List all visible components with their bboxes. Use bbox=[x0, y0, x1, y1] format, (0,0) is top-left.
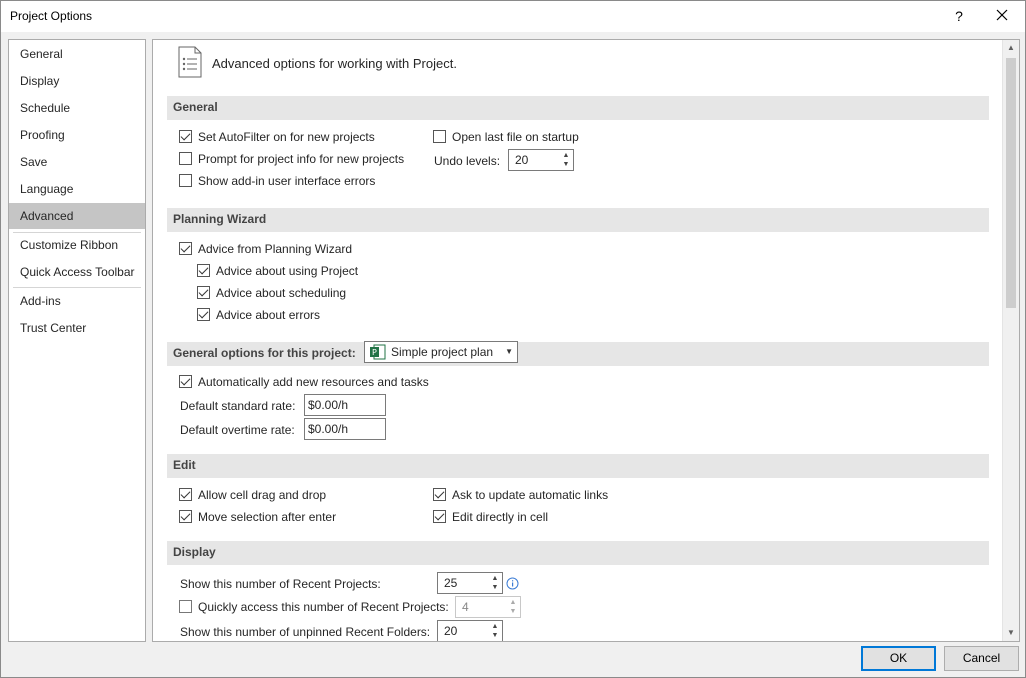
advice-scheduling-label: Advice about scheduling bbox=[216, 286, 347, 300]
checkbox-box bbox=[179, 130, 192, 143]
advice-using-project-checkbox[interactable]: Advice about using Project bbox=[197, 262, 358, 280]
checkbox-box bbox=[179, 242, 192, 255]
ok-button[interactable]: OK bbox=[861, 646, 936, 671]
checkbox-box bbox=[179, 174, 192, 187]
open-last-file-checkbox[interactable]: Open last file on startup bbox=[433, 128, 579, 146]
help-button[interactable]: ? bbox=[947, 5, 971, 27]
nav-item-advanced[interactable]: Advanced bbox=[9, 203, 145, 229]
spinner-arrows-icon[interactable]: ▲ ▼ bbox=[490, 574, 500, 592]
nav-item-display[interactable]: Display bbox=[9, 68, 145, 94]
project-select-value: Simple project plan bbox=[391, 345, 494, 359]
edit-in-cell-label: Edit directly in cell bbox=[452, 510, 549, 524]
recent-folders-spinner[interactable]: 20 ▲ ▼ bbox=[437, 620, 503, 641]
nav-item-trust-center[interactable]: Trust Center bbox=[9, 315, 145, 341]
show-addin-errors-label: Show add-in user interface errors bbox=[198, 174, 376, 188]
recent-projects-label: Show this number of Recent Projects: bbox=[180, 577, 381, 591]
section-planning-wizard: Planning Wizard bbox=[167, 208, 989, 232]
recent-folders-value: 20 bbox=[444, 624, 458, 638]
undo-levels-value: 20 bbox=[515, 153, 529, 167]
scroll-down-icon[interactable]: ▼ bbox=[1003, 625, 1019, 641]
checkbox-box bbox=[179, 375, 192, 388]
chevron-down-icon: ▼ bbox=[505, 347, 513, 356]
section-general: General bbox=[167, 96, 989, 120]
auto-add-resources-label: Automatically add new resources and task… bbox=[198, 375, 429, 389]
nav-item-quick-access-toolbar[interactable]: Quick Access Toolbar bbox=[9, 259, 145, 285]
vertical-scrollbar[interactable]: ▲ ▼ bbox=[1002, 40, 1019, 641]
checkbox-box bbox=[197, 286, 210, 299]
open-last-file-label: Open last file on startup bbox=[452, 130, 579, 144]
prompt-project-info-checkbox[interactable]: Prompt for project info for new projects bbox=[179, 150, 404, 168]
checkbox-box bbox=[179, 488, 192, 501]
page-title: Advanced options for working with Projec… bbox=[212, 56, 457, 71]
project-select-dropdown[interactable]: P Simple project plan ▼ bbox=[364, 341, 518, 363]
nav-item-proofing[interactable]: Proofing bbox=[9, 122, 145, 148]
info-icon[interactable] bbox=[506, 577, 519, 590]
ask-update-links-label: Ask to update automatic links bbox=[452, 488, 609, 502]
show-addin-errors-checkbox[interactable]: Show add-in user interface errors bbox=[179, 172, 375, 190]
advice-errors-checkbox[interactable]: Advice about errors bbox=[197, 306, 320, 324]
project-options-dialog: Project Options ? General Display Schedu… bbox=[0, 0, 1026, 678]
quick-access-recent-value: 4 bbox=[462, 600, 469, 614]
edit-in-cell-checkbox[interactable]: Edit directly in cell bbox=[433, 508, 548, 526]
cell-drag-drop-checkbox[interactable]: Allow cell drag and drop bbox=[179, 486, 326, 504]
spinner-arrows-icon: ▲ ▼ bbox=[509, 599, 517, 615]
svg-text:P: P bbox=[372, 348, 377, 357]
scroll-up-icon[interactable]: ▲ bbox=[1003, 40, 1019, 56]
nav-item-add-ins[interactable]: Add-ins bbox=[9, 288, 145, 314]
advanced-options-panel: Advanced options for working with Projec… bbox=[152, 39, 1020, 642]
close-icon bbox=[996, 9, 1008, 21]
undo-levels-spinner[interactable]: 20 ▲ ▼ bbox=[508, 149, 574, 171]
auto-add-resources-checkbox[interactable]: Automatically add new resources and task… bbox=[179, 373, 429, 391]
nav-item-language[interactable]: Language bbox=[9, 176, 145, 202]
recent-projects-value: 25 bbox=[444, 576, 458, 590]
checkbox-box bbox=[433, 510, 446, 523]
advice-using-project-label: Advice about using Project bbox=[216, 264, 359, 278]
quick-access-recent-spinner[interactable]: 4 ▲ ▼ bbox=[455, 596, 521, 618]
move-selection-label: Move selection after enter bbox=[198, 510, 337, 524]
checkbox-box bbox=[179, 510, 192, 523]
title-bar: Project Options ? bbox=[1, 1, 1025, 32]
close-button[interactable] bbox=[990, 5, 1014, 27]
checkbox-box bbox=[197, 264, 210, 277]
standard-rate-label: Default standard rate: bbox=[180, 399, 296, 413]
checkbox-box bbox=[433, 488, 446, 501]
spinner-arrows-icon[interactable]: ▲ ▼ bbox=[490, 622, 500, 640]
quick-access-recent-checkbox[interactable]: Quickly access this number of Recent Pro… bbox=[179, 598, 449, 616]
overtime-rate-input[interactable]: $0.00/h bbox=[304, 418, 386, 440]
advice-planning-wizard-checkbox[interactable]: Advice from Planning Wizard bbox=[179, 240, 352, 258]
advice-errors-label: Advice about errors bbox=[216, 308, 321, 322]
section-project-options: General options for this project: bbox=[167, 342, 989, 366]
ask-update-links-checkbox[interactable]: Ask to update automatic links bbox=[433, 486, 608, 504]
project-file-icon: P bbox=[370, 344, 386, 360]
autofilter-checkbox[interactable]: Set AutoFilter on for new projects bbox=[179, 128, 375, 146]
checkbox-box bbox=[179, 152, 192, 165]
prompt-project-info-label: Prompt for project info for new projects bbox=[198, 152, 405, 166]
autofilter-label: Set AutoFilter on for new projects bbox=[198, 130, 375, 144]
section-display: Display bbox=[167, 541, 989, 565]
advice-planning-wizard-label: Advice from Planning Wizard bbox=[198, 242, 353, 256]
scrollbar-thumb[interactable] bbox=[1006, 58, 1016, 308]
checkbox-box bbox=[197, 308, 210, 321]
nav-item-save[interactable]: Save bbox=[9, 149, 145, 175]
cancel-button[interactable]: Cancel bbox=[944, 646, 1019, 671]
overtime-rate-label: Default overtime rate: bbox=[180, 423, 295, 437]
recent-folders-label: Show this number of unpinned Recent Fold… bbox=[180, 625, 431, 639]
advice-scheduling-checkbox[interactable]: Advice about scheduling bbox=[197, 284, 346, 302]
move-selection-checkbox[interactable]: Move selection after enter bbox=[179, 508, 336, 526]
checkbox-box bbox=[179, 600, 192, 613]
options-nav: General Display Schedule Proofing Save L… bbox=[8, 39, 146, 642]
nav-item-customize-ribbon[interactable]: Customize Ribbon bbox=[9, 232, 145, 258]
dialog-title: Project Options bbox=[10, 9, 93, 23]
cell-drag-drop-label: Allow cell drag and drop bbox=[198, 488, 327, 502]
document-list-icon bbox=[178, 46, 202, 78]
quick-access-recent-label: Quickly access this number of Recent Pro… bbox=[198, 600, 449, 614]
nav-item-schedule[interactable]: Schedule bbox=[9, 95, 145, 121]
recent-projects-spinner[interactable]: 25 ▲ ▼ bbox=[437, 572, 503, 594]
nav-item-general[interactable]: General bbox=[9, 41, 145, 67]
spinner-arrows-icon[interactable]: ▲ ▼ bbox=[561, 151, 571, 169]
standard-rate-input[interactable]: $0.00/h bbox=[304, 394, 386, 416]
section-edit: Edit bbox=[167, 454, 989, 478]
undo-levels-label: Undo levels: bbox=[434, 154, 501, 168]
checkbox-box bbox=[433, 130, 446, 143]
